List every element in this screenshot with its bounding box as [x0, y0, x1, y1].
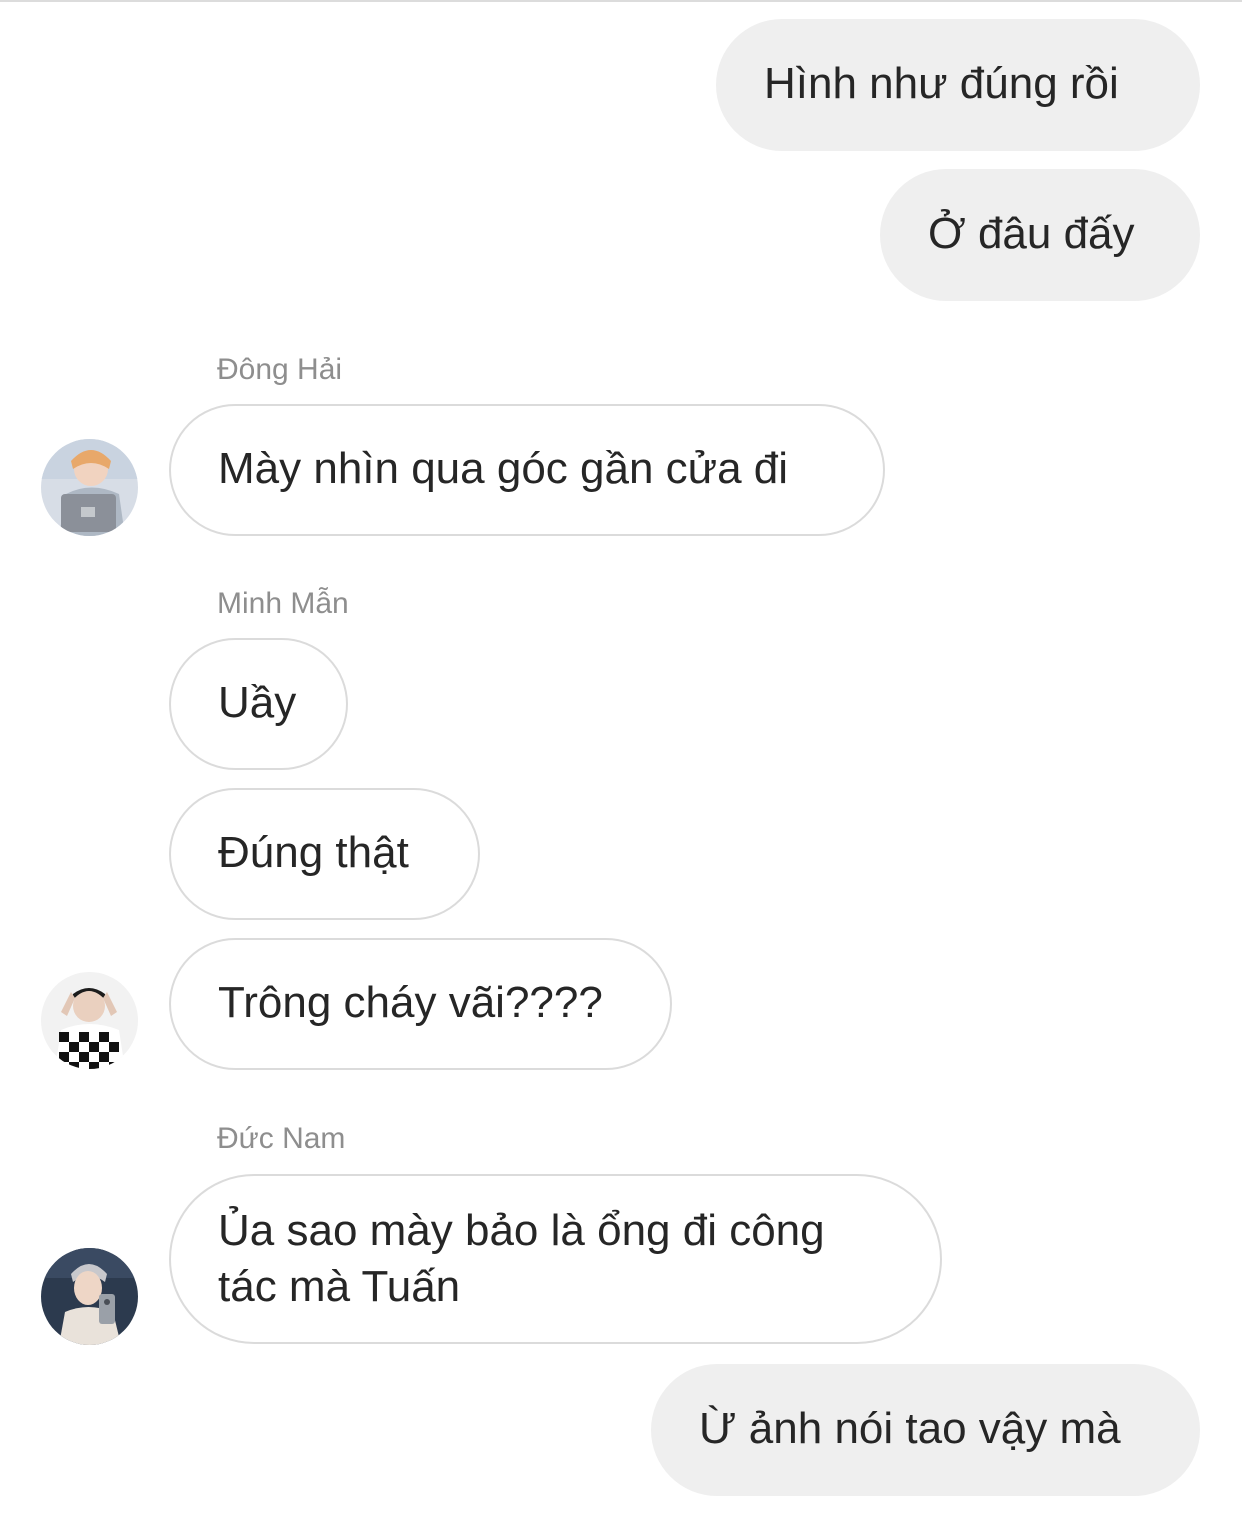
outgoing-message-bubble[interactable]: Hình như đúng rồi — [716, 19, 1200, 151]
avatar-dong-hai[interactable] — [41, 439, 138, 536]
message-text: Ủa sao mày bảo là ổng đi công tác mà Tuấ… — [218, 1206, 825, 1311]
message-text: Uầy — [218, 678, 297, 727]
incoming-message-bubble[interactable]: Đúng thật — [169, 788, 480, 920]
message-text: Ở đâu đấy — [928, 209, 1135, 258]
message-text: Mày nhìn qua góc gần cửa đi — [218, 444, 789, 493]
avatar-duc-nam[interactable] — [41, 1248, 138, 1345]
incoming-message-bubble[interactable]: Ủa sao mày bảo là ổng đi công tác mà Tuấ… — [169, 1174, 942, 1344]
message-text: Ừ ảnh nói tao vậy mà — [699, 1404, 1121, 1453]
sender-name: Đông Hải — [217, 353, 343, 386]
top-divider — [0, 0, 1242, 2]
incoming-message-bubble[interactable]: Trông cháy vãi???? — [169, 938, 672, 1070]
avatar-photo-icon — [41, 972, 138, 1069]
avatar-photo-icon — [41, 439, 138, 536]
outgoing-message-bubble[interactable]: Ừ ảnh nói tao vậy mà — [651, 1364, 1200, 1496]
message-text: Trông cháy vãi???? — [218, 978, 603, 1027]
avatar-photo-icon — [41, 1248, 138, 1345]
outgoing-message-bubble[interactable]: Ở đâu đấy — [880, 169, 1200, 301]
sender-name: Đức Nam — [217, 1122, 346, 1155]
incoming-message-bubble[interactable]: Uầy — [169, 638, 348, 770]
sender-name: Minh Mẫn — [217, 587, 349, 620]
message-text: Hình như đúng rồi — [764, 59, 1119, 108]
avatar-minh-man[interactable] — [41, 972, 138, 1069]
message-text: Đúng thật — [218, 828, 409, 877]
incoming-message-bubble[interactable]: Mày nhìn qua góc gần cửa đi — [169, 404, 885, 536]
